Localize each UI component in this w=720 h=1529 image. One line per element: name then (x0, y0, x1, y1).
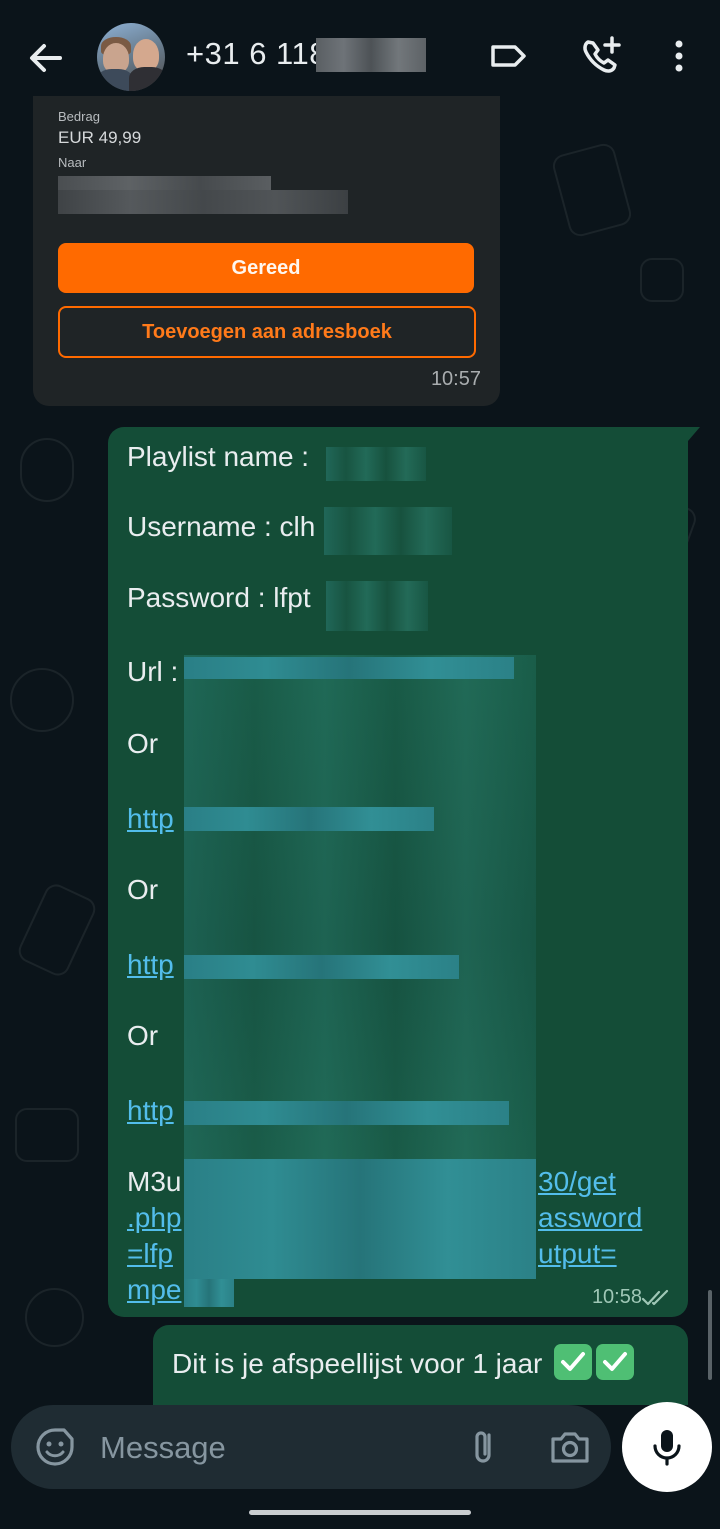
playlist-name-line: Playlist name : (127, 441, 310, 472)
incoming-message-bubble[interactable]: Bedrag EUR 49,99 Naar Gereed Toevoegen a… (33, 96, 500, 406)
check-mark-button-icon (596, 1344, 635, 1380)
arrow-back-icon[interactable] (22, 34, 70, 82)
sticker-icon[interactable] (33, 1425, 77, 1469)
label-icon[interactable] (482, 30, 534, 82)
password-line: Password : lfpt (127, 582, 311, 613)
m3u-redaction (184, 1159, 536, 1279)
message-input[interactable] (98, 1427, 442, 1469)
link-line-2[interactable]: http (127, 949, 174, 981)
add-call-icon[interactable] (574, 30, 626, 82)
m3u-link-end-1[interactable]: 30/get (538, 1166, 616, 1197)
message-composer (11, 1405, 611, 1489)
done-button[interactable]: Gereed (58, 243, 474, 293)
link-1-redaction (184, 807, 434, 831)
home-indicator[interactable] (249, 1510, 471, 1515)
m3u-line-end-3[interactable]: utput= (538, 1238, 617, 1270)
or-line-1: Or (127, 728, 159, 759)
message-text-line: Dit is je afspeellijst voor 1 jaar (172, 1344, 635, 1380)
username-redaction (324, 507, 452, 555)
amount-value: EUR 49,99 (58, 128, 142, 147)
m3u-line-end-1[interactable]: 30/get (538, 1166, 616, 1198)
m3u-line-end-2[interactable]: assword (538, 1202, 642, 1234)
outgoing-message-bubble[interactable]: Playlist name : Username : clh Password … (108, 427, 700, 1317)
link-3[interactable]: http (127, 1095, 174, 1126)
m3u-redaction-2 (184, 1279, 234, 1307)
m3u-link-end-2[interactable]: assword (538, 1202, 642, 1233)
url-redaction (184, 657, 514, 679)
double-check-icon (641, 1287, 671, 1309)
link-2[interactable]: http (127, 949, 174, 980)
mic-icon[interactable] (622, 1402, 712, 1492)
m3u-line-2[interactable]: .php (127, 1202, 182, 1234)
m3u-link-start-2[interactable]: .php (127, 1202, 182, 1233)
or-line-3: Or (127, 1020, 159, 1051)
m3u-line-3[interactable]: =lfp (127, 1238, 173, 1270)
message-time: 10:58 (591, 1286, 642, 1308)
m3u-line: M3u (127, 1166, 182, 1197)
link-line-1[interactable]: http (127, 803, 174, 835)
check-mark-button-icon (554, 1344, 593, 1380)
m3u-line-4[interactable]: mpe (127, 1274, 181, 1306)
link-1[interactable]: http (127, 803, 174, 834)
password-redaction (326, 581, 428, 631)
or-line-2: Or (127, 874, 159, 905)
username-line: Username : clh (127, 511, 316, 542)
scrollbar[interactable] (708, 1290, 712, 1380)
contact-name[interactable]: +31 6 118 (186, 36, 327, 72)
m3u-link-end-3[interactable]: utput= (538, 1238, 617, 1269)
paperclip-icon[interactable] (461, 1425, 505, 1469)
payment-card: Bedrag EUR 49,99 Naar Gereed Toevoegen a… (33, 96, 500, 358)
m3u-link-start-4[interactable]: mpe (127, 1274, 181, 1305)
camera-icon[interactable] (547, 1425, 593, 1469)
m3u-link-start-3[interactable]: =lfp (127, 1238, 173, 1269)
amount-label: Bedrag (58, 109, 100, 124)
message-text: Dit is je afspeellijst voor 1 jaar (172, 1348, 543, 1379)
recipient-redaction-2 (58, 190, 348, 214)
outgoing-message-bubble-2[interactable]: Dit is je afspeellijst voor 1 jaar (153, 1325, 688, 1405)
link-line-3[interactable]: http (127, 1095, 174, 1127)
add-to-addressbook-button[interactable]: Toevoegen aan adresboek (58, 306, 476, 358)
chat-header: +31 6 118 (0, 0, 720, 108)
url-line: Url : (127, 656, 179, 687)
more-vert-icon[interactable] (653, 30, 705, 82)
recipient-label: Naar (58, 155, 87, 170)
avatar[interactable] (97, 23, 165, 91)
link-3-redaction (184, 1101, 509, 1125)
playlist-redaction (326, 447, 426, 481)
contact-name-redaction (316, 38, 426, 72)
message-time: 10:57 (430, 368, 481, 390)
link-2-redaction (184, 955, 459, 979)
